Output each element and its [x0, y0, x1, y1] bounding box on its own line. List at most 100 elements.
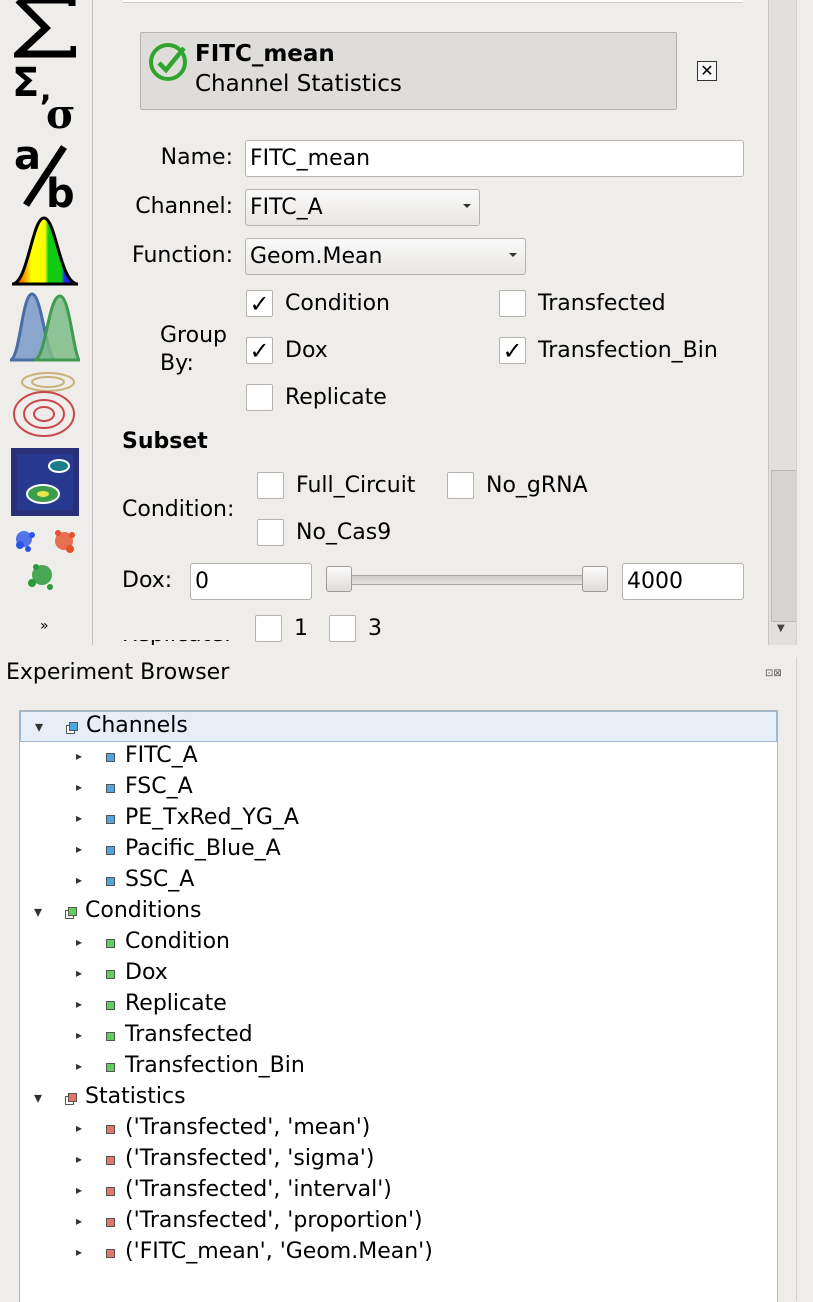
expand-icon[interactable]: ▸: [76, 966, 82, 980]
kde-icon[interactable]: [10, 290, 80, 364]
channel-select-value: FITC_A: [250, 195, 323, 220]
tree-item[interactable]: ▸ SSC_A: [20, 866, 777, 897]
dox-min-input[interactable]: 0: [190, 563, 312, 600]
item-icon: [106, 1125, 115, 1134]
tree-item[interactable]: ▸ ('Transfected', 'sigma'): [20, 1145, 777, 1176]
operation-subtitle: Channel Statistics: [195, 71, 402, 97]
tree-item-label: FITC_A: [125, 743, 198, 768]
density-contour-icon[interactable]: [10, 370, 80, 442]
expand-icon[interactable]: ▸: [76, 1059, 82, 1073]
scatter-icon[interactable]: [10, 524, 80, 596]
expand-icon[interactable]: ▾: [35, 717, 43, 736]
experiment-tree: ▾ Channels ▸ FITC_A ▸ FSC_A ▸ PE_TxRed_YG_A ▸ Pac…: [19, 710, 778, 1302]
replicate-3-checkbox[interactable]: [329, 615, 356, 642]
dock-splitter[interactable]: [0, 645, 813, 657]
subset-no-cas9-label: No_Cas9: [296, 520, 392, 545]
function-select[interactable]: Geom.Mean: [245, 238, 526, 275]
groupby-label-line2: By:: [160, 351, 194, 376]
tree-item[interactable]: ▸ FITC_A: [20, 742, 777, 773]
tree-item[interactable]: ▸ Transfected: [20, 1021, 777, 1052]
subset-full-circuit-label: Full_Circuit: [296, 473, 416, 498]
operation-card[interactable]: FITC_mean Channel Statistics: [140, 32, 677, 110]
group-icon: [69, 722, 78, 731]
name-input[interactable]: FITC_mean: [245, 140, 744, 177]
subset-full-circuit-checkbox[interactable]: [257, 472, 284, 499]
expand-icon[interactable]: ▸: [76, 997, 82, 1011]
dock-float-close-icons[interactable]: ⊡⊠: [765, 668, 782, 679]
tree-group-label: Channels: [86, 713, 188, 738]
expand-icon[interactable]: ▸: [76, 842, 82, 856]
groupby-dox-checkbox[interactable]: ✓: [246, 337, 273, 364]
expand-icon[interactable]: ▸: [76, 811, 82, 825]
tree-item[interactable]: ▸ Replicate: [20, 990, 777, 1021]
channel-select[interactable]: FITC_A: [245, 189, 480, 226]
tree-group-channels[interactable]: ▾ Channels: [20, 711, 777, 742]
tree-group-conditions[interactable]: ▾ Conditions: [20, 897, 777, 928]
expand-icon[interactable]: ▸: [76, 1028, 82, 1042]
expand-icon[interactable]: ▸: [76, 1121, 82, 1135]
tree-item[interactable]: ▸ PE_TxRed_YG_A: [20, 804, 777, 835]
tree-item[interactable]: ▸ ('Transfected', 'interval'): [20, 1176, 777, 1207]
expand-icon[interactable]: ▾: [34, 1088, 42, 1107]
tree-item-label: ('FITC_mean', 'Geom.Mean'): [125, 1239, 433, 1264]
tree-item-label: PE_TxRed_YG_A: [125, 805, 299, 830]
dox-min-handle[interactable]: [326, 566, 352, 592]
dox-max-handle[interactable]: [582, 566, 608, 592]
valid-check-icon: [149, 43, 187, 81]
tree-item[interactable]: ▸ ('Transfected', 'proportion'): [20, 1207, 777, 1238]
operation-title: FITC_mean: [195, 41, 335, 67]
tree-group-statistics[interactable]: ▾ Statistics: [20, 1083, 777, 1114]
more-tools-icon[interactable]: »: [40, 618, 49, 634]
tree-item[interactable]: ▸ FSC_A: [20, 773, 777, 804]
subset-no-cas9-checkbox[interactable]: [257, 519, 284, 546]
tree-item[interactable]: ▸ Pacific_Blue_A: [20, 835, 777, 866]
ratio-icon[interactable]: a b: [10, 135, 80, 210]
dox-range-slider[interactable]: [330, 575, 604, 585]
scroll-down-icon[interactable]: ▼: [777, 623, 785, 634]
group-icon: [68, 907, 77, 916]
item-icon: [106, 1187, 115, 1196]
tree-item-label: ('Transfected', 'mean'): [125, 1115, 371, 1140]
item-icon: [106, 877, 115, 886]
tree-item[interactable]: ▸ Condition: [20, 928, 777, 959]
expand-icon[interactable]: ▸: [76, 1245, 82, 1259]
panel-scrollbar[interactable]: ▼: [768, 0, 797, 645]
groupby-replicate-label: Replicate: [285, 385, 387, 410]
groupby-transfection-bin-checkbox[interactable]: ✓: [499, 337, 526, 364]
replicate-1-checkbox[interactable]: [255, 615, 282, 642]
expand-icon[interactable]: ▾: [34, 902, 42, 921]
groupby-replicate-checkbox[interactable]: [246, 384, 273, 411]
tree-item[interactable]: ▸ Dox: [20, 959, 777, 990]
tree-item[interactable]: ▸ Transfection_Bin: [20, 1052, 777, 1083]
groupby-condition-checkbox[interactable]: ✓: [246, 290, 273, 317]
expand-icon[interactable]: ▸: [76, 873, 82, 887]
tree-item-label: SSC_A: [125, 867, 195, 892]
groupby-transfected-checkbox[interactable]: [499, 290, 526, 317]
sigma-sum-icon[interactable]: Σ , σ: [10, 60, 80, 130]
tree-group-label: Statistics: [85, 1084, 186, 1109]
item-icon: [106, 1249, 115, 1258]
scrollbar-thumb[interactable]: [771, 470, 797, 622]
groupby-transfection-bin-label: Transfection_Bin: [538, 338, 718, 363]
item-icon: [106, 1218, 115, 1227]
tree-item-label: FSC_A: [125, 774, 193, 799]
expand-icon[interactable]: ▸: [76, 780, 82, 794]
groupby-dox-label: Dox: [285, 338, 328, 363]
tree-item[interactable]: ▸ ('FITC_mean', 'Geom.Mean'): [20, 1238, 777, 1269]
groupby-label-line1: Group: [160, 323, 227, 348]
histogram-icon[interactable]: [10, 214, 80, 286]
expand-icon[interactable]: ▸: [76, 1214, 82, 1228]
dox-max-input[interactable]: 4000: [622, 563, 744, 600]
expand-icon[interactable]: ▸: [76, 1152, 82, 1166]
subset-no-grna-checkbox[interactable]: [447, 472, 474, 499]
svg-text:σ: σ: [46, 91, 76, 130]
expand-icon[interactable]: ▸: [76, 1183, 82, 1197]
close-icon[interactable]: ✕: [697, 61, 717, 81]
expand-icon[interactable]: ▸: [76, 749, 82, 763]
sum-icon[interactable]: [10, 0, 80, 58]
expand-icon[interactable]: ▸: [76, 935, 82, 949]
replicate-3-label: 3: [368, 616, 382, 641]
tree-item[interactable]: ▸ ('Transfected', 'mean'): [20, 1114, 777, 1145]
density-2d-icon[interactable]: [10, 447, 80, 517]
svg-text:b: b: [46, 171, 75, 210]
